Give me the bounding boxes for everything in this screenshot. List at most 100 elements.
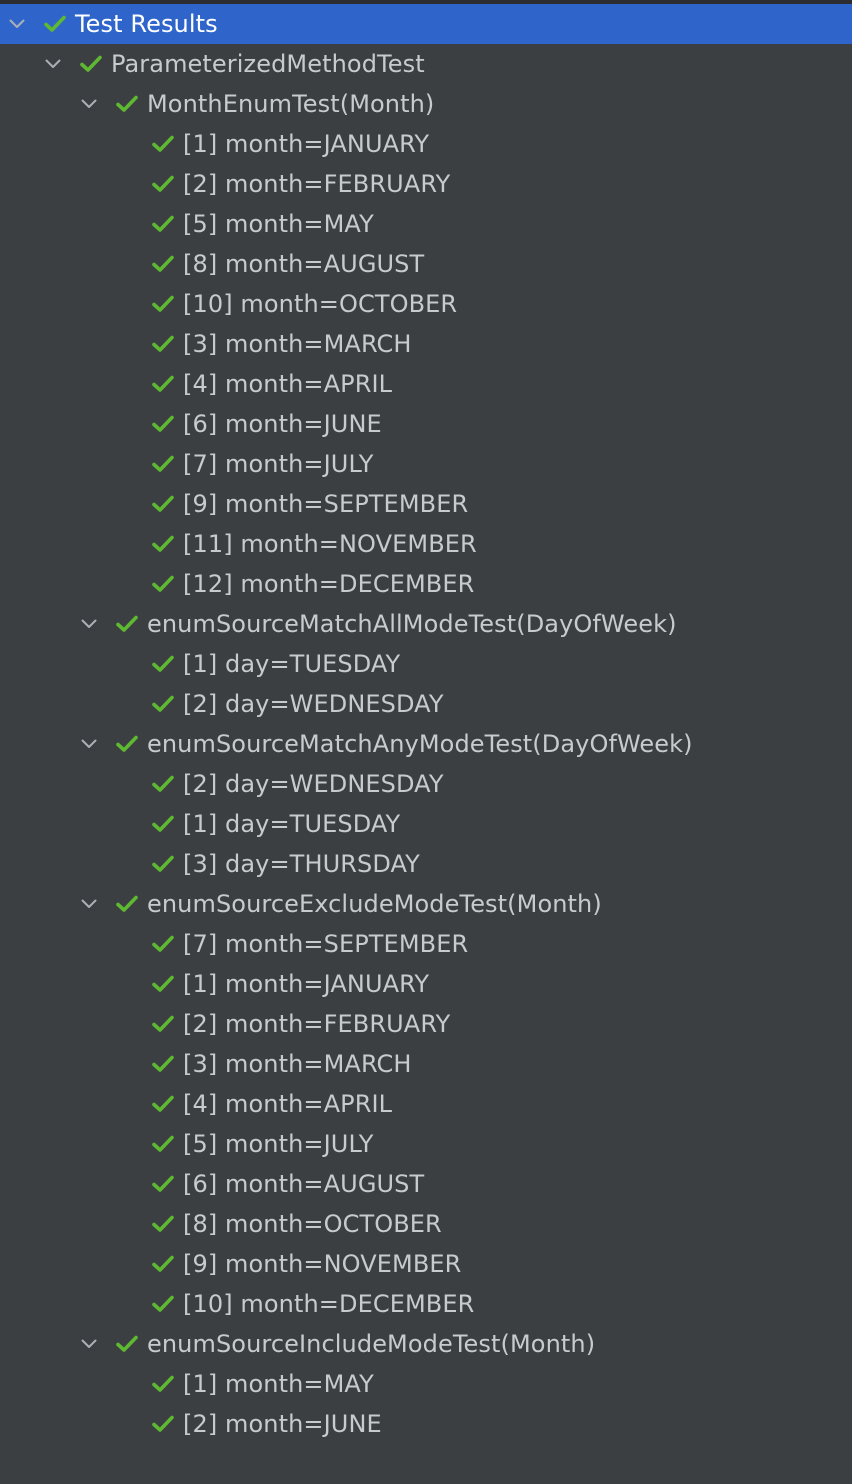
tree-node-group[interactable]: enumSourceMatchAnyModeTest(DayOfWeek) [0, 724, 852, 764]
group-label: MonthEnumTest(Month) [147, 90, 435, 118]
check-icon [149, 764, 177, 804]
chevron-down-icon[interactable] [79, 724, 99, 764]
tree-node-group[interactable]: enumSourceIncludeModeTest(Month) [0, 1324, 852, 1364]
test-case-label: [4] month=APRIL [183, 1090, 393, 1118]
test-results-tree: Test Results ParameterizedMethodTest Month… [0, 0, 852, 1484]
check-icon [41, 4, 69, 44]
tree-node-test-case[interactable]: [1] day=TUESDAY [0, 644, 852, 684]
suite-label: ParameterizedMethodTest [111, 50, 425, 78]
root-label: Test Results [75, 10, 218, 38]
check-icon [149, 684, 177, 724]
tree-node-group[interactable]: MonthEnumTest(Month) [0, 84, 852, 124]
check-icon [113, 884, 141, 924]
test-case-label: [2] month=FEBRUARY [183, 170, 451, 198]
tree-node-test-case[interactable]: [2] day=WEDNESDAY [0, 764, 852, 804]
tree-node-test-case[interactable]: [11] month=NOVEMBER [0, 524, 852, 564]
check-icon [113, 1324, 141, 1364]
group-label: enumSourceExcludeModeTest(Month) [147, 890, 602, 918]
tree-node-test-case[interactable]: [9] month=NOVEMBER [0, 1244, 852, 1284]
chevron-down-icon[interactable] [79, 884, 99, 924]
test-case-label: [5] month=JULY [183, 1130, 374, 1158]
check-icon [149, 484, 177, 524]
tree-node-test-case[interactable]: [3] day=THURSDAY [0, 844, 852, 884]
check-icon [149, 1364, 177, 1404]
test-case-label: [1] day=TUESDAY [183, 650, 401, 678]
tree-node-test-case[interactable]: [3] month=MARCH [0, 324, 852, 364]
test-case-label: [10] month=OCTOBER [183, 290, 458, 318]
chevron-down-icon[interactable] [79, 84, 99, 124]
tree-node-test-case[interactable]: [2] month=FEBRUARY [0, 164, 852, 204]
tree-node-test-case[interactable]: [7] month=JULY [0, 444, 852, 484]
check-icon [149, 1284, 177, 1324]
chevron-down-icon[interactable] [79, 1324, 99, 1364]
test-case-label: [11] month=NOVEMBER [183, 530, 477, 558]
tree-node-test-case[interactable]: [1] day=TUESDAY [0, 804, 852, 844]
test-case-label: [3] month=MARCH [183, 1050, 412, 1078]
check-icon [149, 164, 177, 204]
test-case-label: [2] day=WEDNESDAY [183, 690, 444, 718]
tree-node-test-case[interactable]: [8] month=AUGUST [0, 244, 852, 284]
tree-node-test-case[interactable]: [4] month=APRIL [0, 1084, 852, 1124]
check-icon [149, 404, 177, 444]
test-case-label: [6] month=AUGUST [183, 1170, 425, 1198]
check-icon [77, 44, 105, 84]
test-case-label: [1] month=JANUARY [183, 970, 430, 998]
tree-node-test-case[interactable]: [9] month=SEPTEMBER [0, 484, 852, 524]
tree-node-group[interactable]: enumSourceMatchAllModeTest(DayOfWeek) [0, 604, 852, 644]
test-case-label: [1] day=TUESDAY [183, 810, 401, 838]
test-case-label: [3] month=MARCH [183, 330, 412, 358]
tree-node-test-case[interactable]: [8] month=OCTOBER [0, 1204, 852, 1244]
group-label: enumSourceIncludeModeTest(Month) [147, 1330, 596, 1358]
tree-node-suite[interactable]: ParameterizedMethodTest [0, 44, 852, 84]
chevron-down-icon[interactable] [79, 604, 99, 644]
tree-node-test-case[interactable]: [10] month=DECEMBER [0, 1284, 852, 1324]
tree-node-test-case[interactable]: [3] month=MARCH [0, 1044, 852, 1084]
tree-node-test-case[interactable]: [2] month=JUNE [0, 1404, 852, 1444]
tree-node-test-case[interactable]: [6] month=JUNE [0, 404, 852, 444]
check-icon [149, 1044, 177, 1084]
tree-node-test-case[interactable]: [5] month=MAY [0, 204, 852, 244]
tree-node-test-case[interactable]: [6] month=AUGUST [0, 1164, 852, 1204]
check-icon [149, 204, 177, 244]
tree-node-test-case[interactable]: [12] month=DECEMBER [0, 564, 852, 604]
check-icon [149, 124, 177, 164]
check-icon [149, 1204, 177, 1244]
chevron-down-icon[interactable] [43, 44, 63, 84]
check-icon [149, 1124, 177, 1164]
test-case-label: [2] month=JUNE [183, 1410, 382, 1438]
tree-node-test-case[interactable]: [4] month=APRIL [0, 364, 852, 404]
tree-node-test-case[interactable]: [1] month=JANUARY [0, 964, 852, 1004]
test-case-label: [10] month=DECEMBER [183, 1290, 475, 1318]
group-label: enumSourceMatchAnyModeTest(DayOfWeek) [147, 730, 693, 758]
chevron-down-icon[interactable] [7, 4, 27, 44]
tree-node-test-case[interactable]: [7] month=SEPTEMBER [0, 924, 852, 964]
tree-node-test-case[interactable]: [1] month=MAY [0, 1364, 852, 1404]
test-case-label: [4] month=APRIL [183, 370, 393, 398]
test-case-label: [1] month=MAY [183, 1370, 374, 1398]
test-case-label: [1] month=JANUARY [183, 130, 430, 158]
check-icon [149, 364, 177, 404]
tree-node-test-case[interactable]: [2] day=WEDNESDAY [0, 684, 852, 724]
check-icon [149, 964, 177, 1004]
test-case-label: [8] month=AUGUST [183, 250, 425, 278]
check-icon [113, 724, 141, 764]
check-icon [113, 84, 141, 124]
check-icon [149, 1404, 177, 1444]
check-icon [149, 444, 177, 484]
tree-node-group[interactable]: enumSourceExcludeModeTest(Month) [0, 884, 852, 924]
tree-node-root[interactable]: Test Results [0, 4, 852, 44]
check-icon [149, 524, 177, 564]
test-case-label: [8] month=OCTOBER [183, 1210, 442, 1238]
test-case-label: [12] month=DECEMBER [183, 570, 475, 598]
tree-node-test-case[interactable]: [2] month=FEBRUARY [0, 1004, 852, 1044]
tree-rows: Test Results ParameterizedMethodTest Month… [0, 4, 852, 1444]
test-case-label: [3] day=THURSDAY [183, 850, 420, 878]
check-icon [149, 1244, 177, 1284]
test-case-label: [9] month=NOVEMBER [183, 1250, 462, 1278]
tree-node-test-case[interactable]: [1] month=JANUARY [0, 124, 852, 164]
tree-node-test-case[interactable]: [5] month=JULY [0, 1124, 852, 1164]
check-icon [149, 284, 177, 324]
check-icon [113, 604, 141, 644]
test-case-label: [7] month=SEPTEMBER [183, 930, 469, 958]
tree-node-test-case[interactable]: [10] month=OCTOBER [0, 284, 852, 324]
